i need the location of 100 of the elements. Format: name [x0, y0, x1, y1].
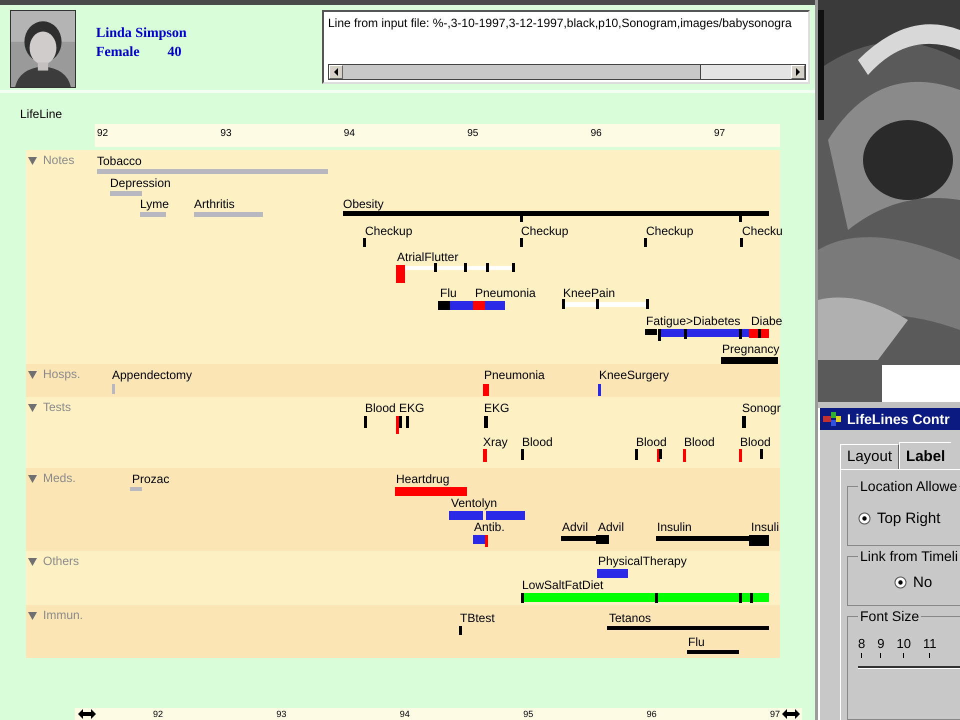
event-label[interactable]: Ventolyn	[451, 496, 498, 510]
event-bar[interactable]	[521, 593, 769, 602]
scale-label: 9	[877, 636, 884, 651]
event-label[interactable]: Diabe	[751, 314, 782, 328]
event-label[interactable]: Prozac	[132, 472, 170, 486]
event-label[interactable]: Lyme	[140, 197, 169, 211]
scroll-left-button[interactable]	[329, 65, 343, 79]
scale-label: 11	[922, 636, 936, 651]
patient-age: 40	[168, 44, 182, 62]
group-title: Font Size	[859, 608, 920, 624]
expand-triangle-icon[interactable]	[28, 156, 37, 165]
axis-label: 93	[276, 709, 286, 719]
axis-label: 94	[344, 128, 355, 139]
radio-option[interactable]: No	[858, 568, 960, 597]
event-label[interactable]: Tetanos	[609, 611, 652, 625]
event-label[interactable]: Antib.	[474, 520, 505, 534]
radio-option[interactable]: Top Right	[858, 498, 960, 537]
event-label[interactable]: Checkup	[365, 224, 412, 238]
tick-mark	[659, 449, 662, 459]
event-label[interactable]: EKG	[399, 401, 424, 415]
axis-label: 97	[770, 709, 780, 719]
event-label[interactable]: Fatigue>Diabetes	[646, 314, 740, 328]
scroll-right-button[interactable]	[791, 65, 805, 79]
event-label[interactable]: Flu	[688, 635, 705, 649]
event-label[interactable]: AtrialFlutter	[397, 250, 458, 264]
scale-label: 10	[896, 636, 911, 651]
event-label[interactable]: Pneumonia	[484, 368, 545, 382]
event-label[interactable]: Pregnancy	[722, 342, 780, 356]
event-label[interactable]: Tobacco	[97, 154, 142, 168]
tab[interactable]: Label	[899, 442, 952, 469]
event-label[interactable]: Blood	[365, 401, 396, 415]
group-title: Location Allowe	[859, 478, 958, 494]
event-label[interactable]: Checku	[742, 224, 783, 238]
tick-mark	[399, 416, 402, 428]
tick-mark	[562, 299, 565, 309]
input-line-text: Line from input file: %-,3-10-1997,3-12-1997,black,p10,Sonogram,images/babysonogra	[327, 15, 793, 30]
event-label[interactable]: Depression	[110, 176, 171, 190]
event-label[interactable]: Advil	[562, 520, 588, 534]
horizontal-scrollbar[interactable]	[328, 64, 806, 80]
event-label[interactable]: Flu	[440, 286, 457, 300]
scroll-thumb[interactable]	[343, 65, 701, 79]
expand-triangle-icon[interactable]	[28, 611, 37, 620]
event-label[interactable]: TBtest	[460, 611, 495, 625]
axis-label: 96	[590, 128, 602, 139]
group-title: Link from Timeli	[859, 548, 960, 564]
tick-mark	[596, 299, 599, 309]
radio-icon[interactable]	[894, 576, 907, 589]
event-bar[interactable]	[562, 302, 647, 307]
event-label[interactable]: Xray	[483, 435, 508, 449]
tick-mark	[646, 299, 649, 309]
event-label[interactable]: Blood	[684, 435, 715, 449]
event-label[interactable]: Obesity	[343, 197, 384, 211]
patient-name: Linda Simpson	[96, 25, 188, 43]
event-label[interactable]: Blood	[636, 435, 667, 449]
app-icon	[823, 412, 843, 426]
axis-label: 94	[400, 709, 410, 719]
event-label[interactable]: Insuli	[751, 520, 780, 534]
event-label[interactable]: Arthritis	[194, 197, 235, 211]
event-label[interactable]: Advil	[598, 520, 624, 534]
event-label[interactable]: Insulin	[657, 520, 692, 534]
timeline-title: LifeLine	[20, 107, 62, 121]
event-label[interactable]: PhysicalTherapy	[598, 554, 687, 568]
tick-mark	[520, 214, 523, 222]
axis-label: 93	[220, 128, 232, 139]
tick-mark	[760, 449, 763, 459]
tick-mark	[684, 329, 687, 339]
tick-mark	[521, 593, 524, 603]
event-label[interactable]: EKG	[484, 401, 510, 415]
event-label[interactable]: KneePain	[563, 286, 616, 300]
expand-triangle-icon[interactable]	[28, 370, 37, 379]
expand-triangle-icon[interactable]	[28, 474, 37, 483]
axis-label: 96	[646, 709, 657, 719]
expand-triangle-icon[interactable]	[28, 557, 37, 566]
expand-triangle-icon[interactable]	[28, 403, 37, 412]
double-arrow-icon[interactable]	[782, 709, 800, 719]
slider-track[interactable]	[858, 666, 960, 669]
bottom-time-scrollbar[interactable]: 92 93 94 95 96 97	[75, 708, 802, 720]
tick-mark	[739, 329, 742, 339]
event-label[interactable]: Pneumonia	[475, 286, 536, 300]
tick-mark	[486, 263, 489, 272]
radio-icon[interactable]	[858, 512, 871, 525]
axis-label: 95	[523, 709, 534, 719]
event-label[interactable]: Heartdrug	[396, 472, 450, 486]
tick-mark	[512, 263, 515, 272]
axis-label: 92	[153, 709, 164, 719]
event-label[interactable]: LowSaltFatDiet	[522, 578, 604, 592]
axis-label: 92	[97, 128, 108, 139]
event-label[interactable]: Blood	[740, 435, 771, 449]
event-label[interactable]: Checkup	[646, 224, 694, 238]
event-label[interactable]: Sonogr	[742, 401, 781, 415]
axis-label: 95	[467, 128, 478, 139]
tick-mark	[739, 214, 742, 222]
tab[interactable]: Layout	[840, 444, 900, 469]
tick-mark	[406, 416, 409, 428]
event-label[interactable]: Checkup	[521, 224, 568, 238]
event-label[interactable]: Appendectomy	[112, 368, 192, 382]
double-arrow-icon[interactable]	[78, 709, 96, 719]
axis-label: 97	[714, 128, 726, 139]
event-label[interactable]: Blood	[522, 435, 553, 449]
event-label[interactable]: KneeSurgery	[599, 368, 670, 382]
